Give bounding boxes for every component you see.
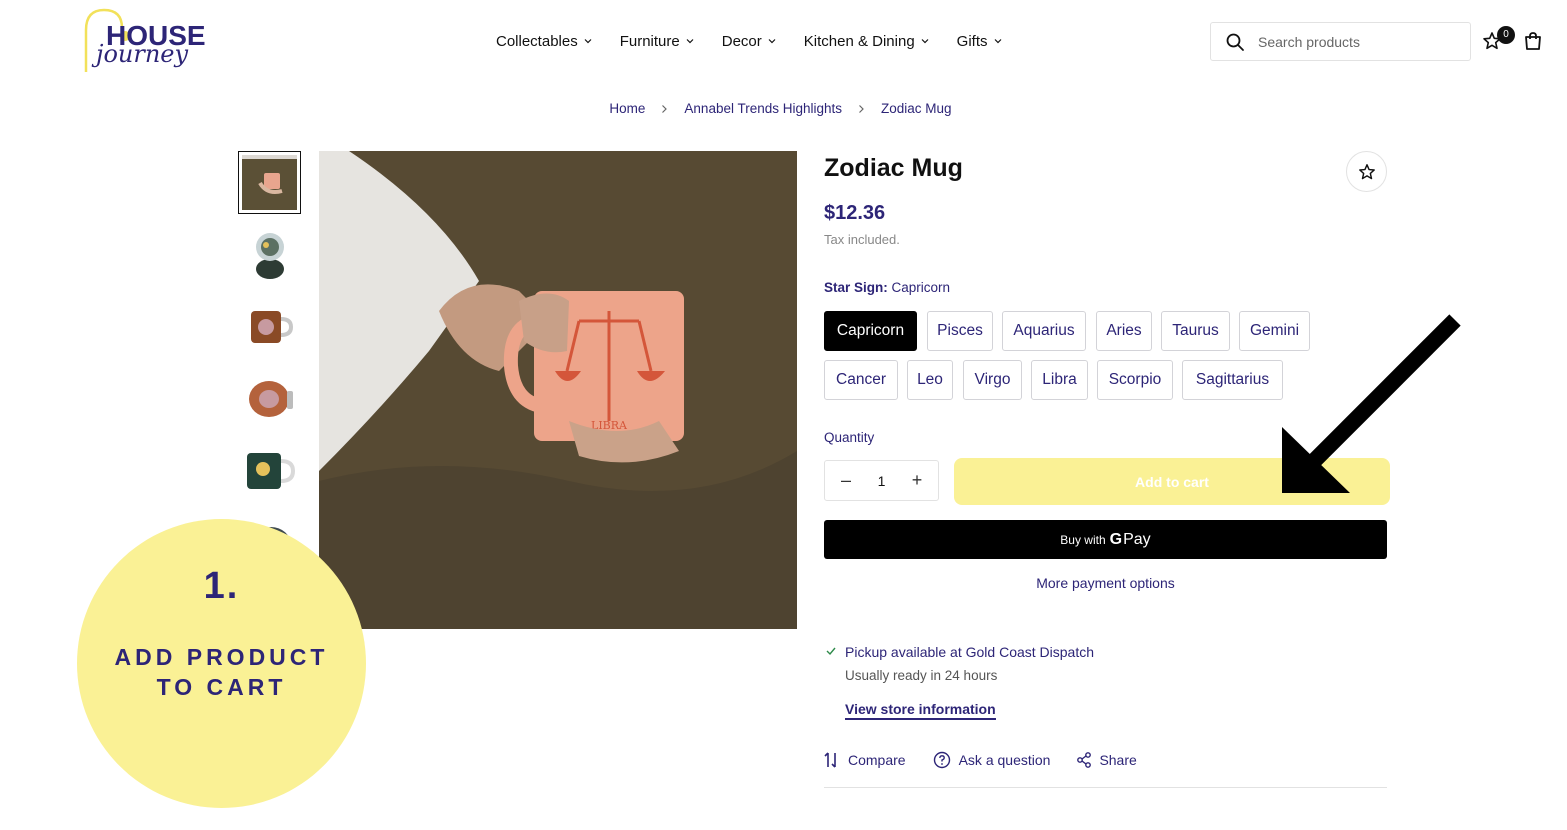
pointer-arrow-icon xyxy=(1282,314,1461,493)
thumbnail-1[interactable] xyxy=(238,151,301,214)
breadcrumb-collection[interactable]: Annabel Trends Highlights xyxy=(684,101,842,116)
site-logo[interactable]: HOUSE journey xyxy=(82,6,206,78)
nav-item-kitchen-dining[interactable]: Kitchen & Dining xyxy=(804,30,929,52)
step-instruction-line1: ADD PRODUCT xyxy=(114,644,329,670)
chevron-right-icon xyxy=(858,104,865,114)
ask-question-label: Ask a question xyxy=(958,752,1051,768)
step-instruction-line2: TO CART xyxy=(156,674,287,700)
option-name: Star Sign: xyxy=(824,280,888,295)
thumbnail-3[interactable] xyxy=(238,295,301,358)
search-icon[interactable] xyxy=(1225,32,1245,52)
thumbnail-2[interactable] xyxy=(238,223,301,286)
nav-label: Gifts xyxy=(956,32,988,50)
chevron-down-icon xyxy=(584,39,592,44)
thumbnail-5[interactable] xyxy=(238,439,301,502)
option-value: Capricorn xyxy=(891,280,951,295)
chevron-right-icon xyxy=(661,104,668,114)
nav-label: Decor xyxy=(721,32,762,50)
chevron-down-icon xyxy=(921,39,929,44)
thumbnail-4[interactable] xyxy=(238,367,301,430)
variant-taurus[interactable]: Taurus xyxy=(1161,311,1230,351)
thumbnail-list xyxy=(238,151,301,583)
product-title: Zodiac Mug xyxy=(824,154,963,182)
search-box xyxy=(1210,22,1471,61)
share-button[interactable]: Share xyxy=(1077,752,1137,768)
divider xyxy=(824,787,1387,788)
variant-cancer[interactable]: Cancer xyxy=(824,360,898,400)
tax-note: Tax included. xyxy=(824,232,900,247)
main-nav: Collectables Furniture Decor Kitchen & D… xyxy=(496,30,1030,52)
step-number: 1. xyxy=(203,565,240,607)
quantity-decrease-button[interactable]: – xyxy=(839,470,853,491)
step-instruction: ADD PRODUCT TO CART xyxy=(77,642,366,702)
chevron-down-icon xyxy=(686,39,694,44)
search-input[interactable] xyxy=(1258,33,1448,50)
view-store-info-link[interactable]: View store information xyxy=(845,701,996,720)
google-pay-button[interactable]: Buy with G Pay xyxy=(824,520,1387,559)
quantity-stepper: – 1 + xyxy=(824,460,939,501)
variant-aquarius[interactable]: Aquarius xyxy=(1002,311,1086,351)
thumbnail-image xyxy=(250,310,293,343)
chevron-down-icon xyxy=(994,39,1001,44)
option-label: Star Sign: Capricorn xyxy=(824,280,950,295)
step-annotation-bubble: 1. ADD PRODUCT TO CART xyxy=(77,519,366,808)
nav-item-collectables[interactable]: Collectables xyxy=(496,30,592,52)
nav-label: Furniture xyxy=(619,32,680,50)
pickup-ready-time: Usually ready in 24 hours xyxy=(845,668,998,683)
breadcrumb: Home Annabel Trends Highlights Zodiac Mu… xyxy=(0,101,1567,116)
add-to-wishlist-button[interactable] xyxy=(1346,151,1387,192)
cart-bag-icon[interactable] xyxy=(1523,31,1543,51)
quantity-value[interactable]: 1 xyxy=(878,473,886,489)
compare-button[interactable]: Compare xyxy=(824,751,906,769)
variant-pisces[interactable]: Pisces xyxy=(927,311,993,351)
product-actions: Compare Ask a question Share xyxy=(824,751,1164,769)
product-main-image[interactable]: LIBRA xyxy=(319,151,797,629)
variant-virgo[interactable]: Virgo xyxy=(963,360,1022,400)
quantity-label: Quantity xyxy=(824,430,875,445)
pay-label: Pay xyxy=(1123,530,1151,548)
share-label: Share xyxy=(1099,752,1137,768)
wishlist-count-badge: 0 xyxy=(1497,26,1515,44)
question-circle-icon xyxy=(933,751,950,769)
thumbnail-image xyxy=(242,155,297,210)
nav-item-gifts[interactable]: Gifts xyxy=(957,30,1002,52)
star-icon xyxy=(1358,163,1375,179)
variant-libra[interactable]: Libra xyxy=(1031,360,1088,400)
nav-label: Kitchen & Dining xyxy=(803,32,915,50)
product-photo: LIBRA xyxy=(319,151,797,629)
thumbnail-image xyxy=(255,232,284,279)
compare-label: Compare xyxy=(848,752,906,768)
ask-question-button[interactable]: Ask a question xyxy=(933,751,1051,769)
nav-item-decor[interactable]: Decor xyxy=(722,30,776,52)
google-g-icon: G xyxy=(1109,530,1123,548)
variant-leo[interactable]: Leo xyxy=(907,360,953,400)
more-payment-options-link[interactable]: More payment options xyxy=(824,575,1387,591)
variant-sagittarius[interactable]: Sagittarius xyxy=(1182,360,1283,400)
pickup-availability: Pickup available at Gold Coast Dispatch xyxy=(845,644,1095,660)
product-price: $12.36 xyxy=(824,202,886,224)
thumbnail-image xyxy=(246,452,295,489)
breadcrumb-home[interactable]: Home xyxy=(609,101,645,116)
variant-capricorn[interactable]: Capricorn xyxy=(824,311,917,351)
variant-aries[interactable]: Aries xyxy=(1096,311,1152,351)
variant-scorpio[interactable]: Scorpio xyxy=(1097,360,1173,400)
thumbnail-image xyxy=(248,380,293,417)
checkmark-icon xyxy=(826,647,836,656)
compare-arrows-icon xyxy=(824,752,836,768)
quantity-increase-button[interactable]: + xyxy=(910,470,924,491)
nav-label: Collectables xyxy=(496,32,578,50)
share-icon xyxy=(1077,752,1092,768)
chevron-down-icon xyxy=(768,39,776,44)
logo-line2: journey xyxy=(96,40,189,68)
breadcrumb-current: Zodiac Mug xyxy=(881,101,952,116)
nav-item-furniture[interactable]: Furniture xyxy=(620,30,694,52)
buy-with-label: Buy with xyxy=(1060,532,1106,547)
